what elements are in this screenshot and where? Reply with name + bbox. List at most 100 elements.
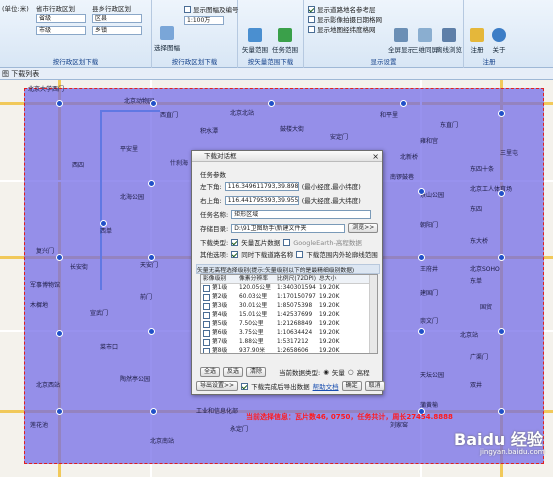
split-sync-button[interactable]: 三维同屏 (412, 28, 438, 54)
info-icon (492, 28, 506, 42)
range-outline-checkbox[interactable] (296, 250, 304, 258)
map-label: 鼓楼大街 (280, 126, 305, 133)
upper-right-input[interactable]: 116.441795393,39.955154787 (224, 195, 299, 205)
metro-station-marker (56, 408, 63, 415)
elevation-radio[interactable]: ○ (348, 368, 354, 376)
table-row[interactable]: 第6级 3.75公里 1:10634424 19.20K (201, 329, 377, 338)
cancel-button[interactable]: 取消 (364, 381, 385, 391)
export-settings-button[interactable]: 导出设置>> (196, 381, 239, 391)
map-label: 长安街 (70, 264, 89, 271)
town-select[interactable]: 乡镇 (92, 26, 142, 35)
task-range-button[interactable]: 任务范围 (272, 28, 298, 54)
scale-cell: 1:5317212 (277, 339, 309, 345)
sheet-group-label: 按行政区划下载 (171, 58, 218, 66)
vector-data-checkbox[interactable] (231, 238, 239, 246)
resolution-cell: 937.90米 (239, 348, 266, 354)
metro-station-marker (268, 100, 275, 107)
resolution-cell: 7.50公里 (239, 321, 264, 327)
row-checkbox[interactable] (203, 285, 210, 292)
browse-button[interactable]: 浏览>> (348, 223, 379, 233)
metro-station-marker (400, 100, 407, 107)
map-label: 军事博物馆 (30, 282, 61, 289)
table-row[interactable]: 第3级 30.01公里 1:85075398 19.20K (201, 302, 377, 311)
row-checkbox[interactable] (203, 348, 210, 353)
table-row[interactable]: 第2级 60.03公里 1:170150797 19.20K (201, 293, 377, 302)
vector-radio[interactable]: ◉ (323, 368, 329, 376)
map-label: 建国门 (420, 290, 439, 297)
download-list-tab[interactable]: 图 下载列表 (0, 68, 553, 80)
table-scrollbar[interactable] (369, 275, 377, 353)
table-row[interactable]: 第8级 937.90米 1:2658606 19.20K (201, 347, 377, 354)
task-name-label: 任务名称: (200, 211, 229, 219)
district-select[interactable]: 区县 (92, 14, 142, 23)
lower-left-input[interactable]: 116.349611793,39.898496830 (224, 181, 299, 191)
register-group: 注册 关于 注册 (464, 0, 514, 68)
clear-button[interactable]: 清除 (246, 367, 267, 377)
display-group-label: 显示设置 (370, 58, 397, 66)
sync-road-checkbox[interactable] (231, 250, 239, 258)
vector-radio-label: 矢量 (331, 369, 345, 377)
map-label: 双井 (470, 382, 483, 389)
offline-icon (442, 28, 456, 42)
row-checkbox[interactable] (203, 321, 210, 328)
close-icon[interactable]: × (372, 151, 379, 162)
admin-download-group: (单位:米) 省市行政区划 县乡行政区划 省级 市级 区县 乡镇 按行政区划下载 (0, 0, 152, 68)
vector-range-button[interactable]: 矢量范围 (242, 28, 268, 54)
row-checkbox[interactable] (203, 339, 210, 346)
table-row[interactable]: 第7级 1.88公里 1:5317212 19.20K (201, 338, 377, 347)
show-sheet-checkbox[interactable] (184, 5, 191, 13)
key-icon (470, 28, 484, 42)
map-label: 永定门 (230, 426, 249, 433)
metro-station-marker (498, 408, 505, 415)
province-select[interactable]: 省级 (36, 14, 86, 23)
metro-station-marker (148, 180, 155, 187)
table-header: 影像级别 像素分辨率 比例尺(72DPI) 总大小 (201, 275, 377, 284)
metro-station-marker (148, 254, 155, 261)
table-row[interactable]: 第4级 15.01公里 1:42537699 19.20K (201, 311, 377, 320)
scale-cell: 1:10634424 (277, 330, 313, 336)
google-earth-checkbox[interactable] (283, 238, 291, 246)
map-label: 陶然亭公园 (120, 376, 151, 383)
ok-button[interactable]: 确定 (341, 381, 362, 391)
invert-button[interactable]: 反选 (223, 367, 244, 377)
resolution-cell: 60.03公里 (239, 294, 268, 300)
map-label: 积水潭 (200, 128, 219, 135)
save-dir-input[interactable]: D:\91卫图助手\新建文件夹 (231, 223, 346, 233)
table-row[interactable]: 第5级 7.50公里 1:21268849 19.20K (201, 320, 377, 329)
help-link[interactable]: 帮助文档 (313, 381, 339, 391)
show-sheet-label: 显示图幅及编号 (193, 6, 239, 14)
level-cell: 第4级 (212, 312, 228, 318)
table-body: 第1级 120.05公里 1:340301594 19.20K 第2级 60.03公里 1:… (201, 284, 377, 354)
select-all-button[interactable]: 全选 (200, 367, 221, 377)
row-checkbox[interactable] (203, 312, 210, 319)
map-label: 三里屯 (500, 150, 519, 157)
task-name-input[interactable]: 矩形区域 (231, 209, 372, 219)
map-label: 西直门 (160, 112, 179, 119)
select-sheet-button[interactable]: 选择图幅 (154, 26, 180, 52)
row-checkbox[interactable] (203, 330, 210, 337)
metro-station-marker (56, 100, 63, 107)
scale-select[interactable]: 1:100万 (184, 16, 224, 25)
elevation-radio-label: 高程 (356, 369, 370, 377)
register-button[interactable]: 注册 (470, 28, 484, 54)
ribbon-toolbar: (单位:米) 省市行政区划 县乡行政区划 省级 市级 区县 乡镇 按行政区划下载… (0, 0, 553, 68)
map-label: 北京工人体育场 (470, 186, 513, 193)
export-after-checkbox[interactable] (241, 382, 249, 390)
dialog-titlebar[interactable]: 下载对话框 × (192, 151, 382, 162)
map-label: 东单 (470, 278, 483, 285)
about-button[interactable]: 关于 (492, 28, 506, 54)
row-checkbox[interactable] (203, 294, 210, 301)
task-group-label: 按矢量范围下载 (247, 58, 294, 66)
resolution-cell: 15.01公里 (239, 312, 268, 318)
save-dir-label: 存储目录: (200, 225, 229, 233)
row-checkbox[interactable] (203, 303, 210, 310)
map-label: 复兴门 (36, 248, 55, 255)
table-row[interactable]: 第1级 120.05公里 1:340301594 19.20K (201, 284, 377, 293)
city-select[interactable]: 市级 (36, 26, 86, 35)
map-tiles-checkbox[interactable] (308, 25, 315, 33)
full-view-button[interactable]: 全屏显示 (388, 28, 414, 54)
image-date-checkbox[interactable] (308, 15, 315, 23)
metro-station-marker (150, 408, 157, 415)
road-ref-checkbox[interactable] (308, 5, 315, 13)
offline-browse-button[interactable]: 离线浏览 (436, 28, 462, 54)
